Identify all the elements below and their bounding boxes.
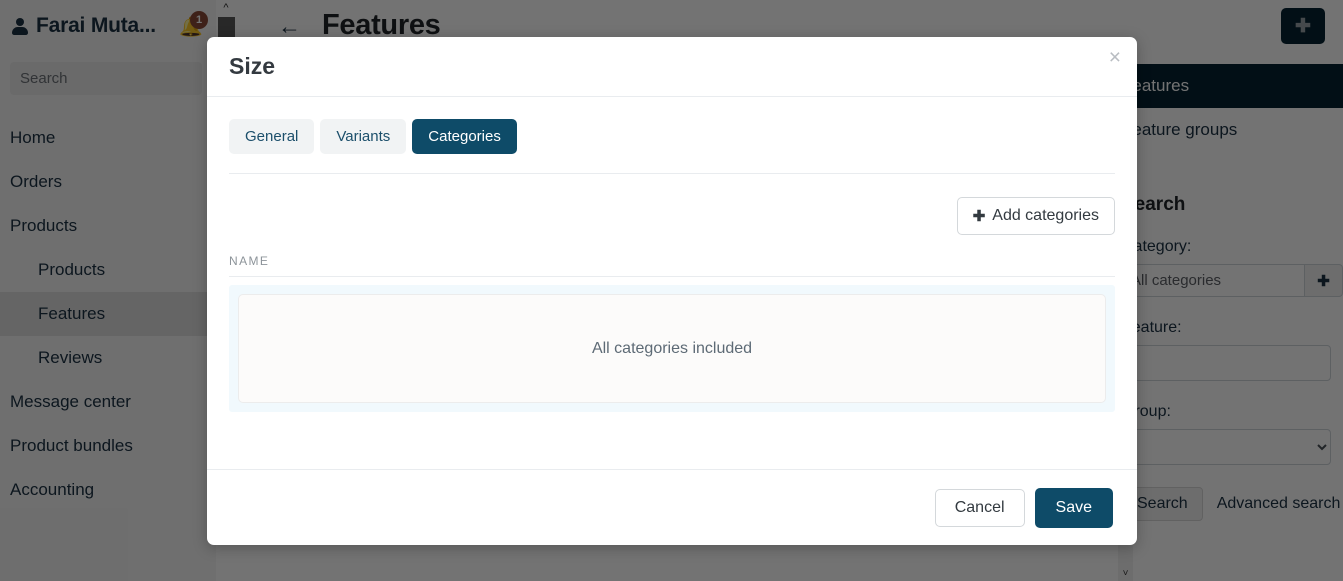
add-categories-label: Add categories (992, 207, 1099, 224)
column-header-name: NAME (229, 254, 270, 268)
categories-empty-state: All categories included (238, 294, 1106, 403)
close-icon[interactable]: × (1109, 47, 1121, 68)
app-root: Farai Muta... 🔔 1 Home Orders Products P… (0, 0, 1343, 581)
modal-body: General Variants Categories ✚ Add catego… (207, 97, 1137, 469)
cancel-button[interactable]: Cancel (934, 488, 1025, 527)
tabs-divider (229, 173, 1115, 174)
modal-footer: Cancel Save (207, 469, 1137, 545)
modal-title: Size (229, 53, 276, 79)
size-modal: Size × General Variants Categories ✚ Add… (207, 37, 1137, 545)
add-categories-row: ✚ Add categories (229, 197, 1115, 235)
tab-categories[interactable]: Categories (412, 119, 517, 154)
empty-message: All categories included (591, 339, 753, 357)
modal-header: Size × (207, 37, 1137, 97)
plus-icon: ✚ (972, 208, 986, 225)
categories-panel: All categories included (229, 285, 1115, 412)
tab-general[interactable]: General (229, 119, 315, 154)
save-button[interactable]: Save (1034, 487, 1113, 528)
tab-variants[interactable]: Variants (320, 119, 407, 154)
list-divider (229, 276, 1115, 277)
add-categories-button[interactable]: ✚ Add categories (956, 197, 1115, 235)
modal-tabs: General Variants Categories (229, 119, 1115, 154)
